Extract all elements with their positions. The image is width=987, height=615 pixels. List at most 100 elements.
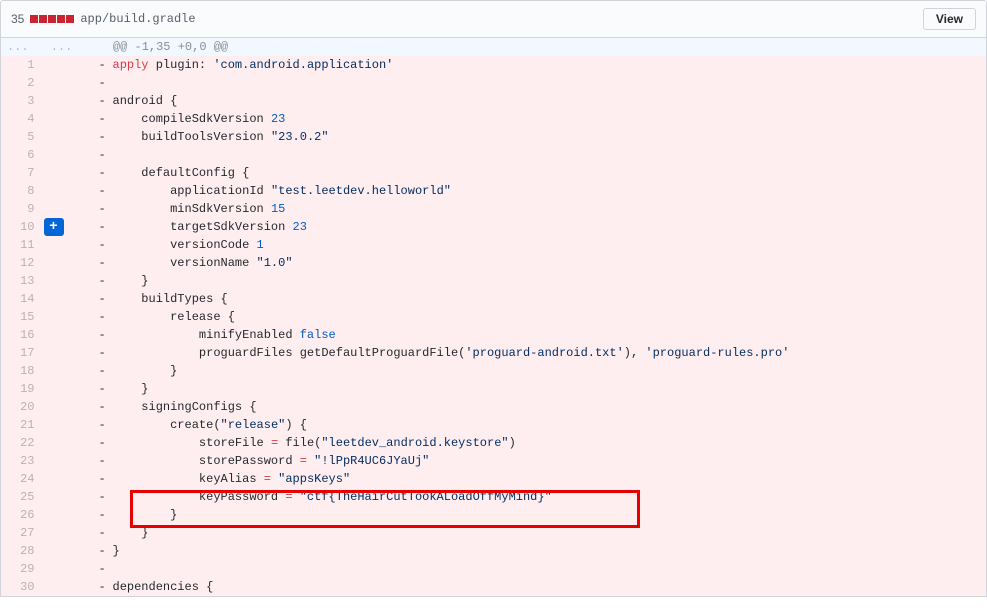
code-cell[interactable]: - create("release") { xyxy=(89,416,987,434)
line-num-new[interactable] xyxy=(45,128,89,146)
line-num-new[interactable] xyxy=(45,362,89,380)
line-num-old[interactable]: 21 xyxy=(1,416,45,434)
code-cell[interactable]: -android { xyxy=(89,92,987,110)
line-num-new[interactable] xyxy=(45,452,89,470)
line-num-new[interactable] xyxy=(45,470,89,488)
line-num-old[interactable]: 20 xyxy=(1,398,45,416)
line-num-new[interactable] xyxy=(45,92,89,110)
line-num-new[interactable] xyxy=(45,236,89,254)
line-num-new[interactable] xyxy=(45,560,89,578)
line-num-new[interactable] xyxy=(45,200,89,218)
file-path[interactable]: app/build.gradle xyxy=(80,12,195,26)
code-cell[interactable]: - } xyxy=(89,524,987,542)
code-cell[interactable]: - } xyxy=(89,380,987,398)
line-num-new[interactable] xyxy=(45,146,89,164)
code-cell[interactable]: -apply plugin: 'com.android.application' xyxy=(89,56,987,74)
line-num-new[interactable] xyxy=(45,74,89,92)
line-num-new[interactable] xyxy=(45,506,89,524)
line-num-old[interactable]: 23 xyxy=(1,452,45,470)
line-num-new[interactable] xyxy=(45,542,89,560)
code-token: file( xyxy=(278,436,321,450)
code-cell[interactable]: - buildTypes { xyxy=(89,290,987,308)
line-num-old[interactable]: 10 xyxy=(1,218,45,236)
line-num-new[interactable] xyxy=(45,326,89,344)
line-num-new[interactable] xyxy=(45,488,89,506)
code-cell[interactable]: - minSdkVersion 15 xyxy=(89,200,987,218)
diff-line: 28 -} xyxy=(1,542,987,560)
line-num-new[interactable] xyxy=(45,524,89,542)
code-cell[interactable]: - xyxy=(89,146,987,164)
line-num-old[interactable]: 16 xyxy=(1,326,45,344)
line-num-new[interactable] xyxy=(45,254,89,272)
line-num-new[interactable] xyxy=(45,164,89,182)
code-cell[interactable]: - xyxy=(89,560,987,578)
code-cell[interactable]: - signingConfigs { xyxy=(89,398,987,416)
code-cell[interactable]: - versionName "1.0" xyxy=(89,254,987,272)
line-num-old[interactable]: 2 xyxy=(1,74,45,92)
code-cell[interactable]: - keyPassword = "ctf{TheHairCutTookALoad… xyxy=(89,488,987,506)
code-cell[interactable]: - storeFile = file("leetdev_android.keys… xyxy=(89,434,987,452)
code-cell[interactable]: - release { xyxy=(89,308,987,326)
line-num-new[interactable] xyxy=(45,578,89,597)
line-num-new[interactable]: + xyxy=(45,218,89,236)
diff-line: 19 - } xyxy=(1,380,987,398)
line-num-old[interactable]: 14 xyxy=(1,290,45,308)
code-cell[interactable]: - xyxy=(89,74,987,92)
code-cell[interactable]: - versionCode 1 xyxy=(89,236,987,254)
code-cell[interactable]: - } xyxy=(89,272,987,290)
code-token: applicationId xyxy=(113,184,271,198)
line-num-old[interactable]: 24 xyxy=(1,470,45,488)
line-num-old[interactable]: 26 xyxy=(1,506,45,524)
code-cell[interactable]: - } xyxy=(89,362,987,380)
code-cell[interactable]: - minifyEnabled false xyxy=(89,326,987,344)
line-num-new[interactable] xyxy=(45,380,89,398)
line-num-new[interactable] xyxy=(45,416,89,434)
line-num-old[interactable]: 1 xyxy=(1,56,45,74)
code-cell[interactable]: - targetSdkVersion 23 xyxy=(89,218,987,236)
line-num-old[interactable]: 29 xyxy=(1,560,45,578)
line-num-old[interactable]: 28 xyxy=(1,542,45,560)
line-num-old[interactable]: 12 xyxy=(1,254,45,272)
line-num-old[interactable]: 13 xyxy=(1,272,45,290)
code-cell[interactable]: - storePassword = "!lPpR4UC6JYaUj" xyxy=(89,452,987,470)
line-num-old[interactable]: 17 xyxy=(1,344,45,362)
line-num-old[interactable]: 3 xyxy=(1,92,45,110)
line-num-old[interactable]: 8 xyxy=(1,182,45,200)
line-num-new[interactable] xyxy=(45,182,89,200)
code-cell[interactable]: -dependencies { xyxy=(89,578,987,597)
line-num-new[interactable] xyxy=(45,272,89,290)
diff-marker-deleted: - xyxy=(99,452,113,470)
view-button[interactable]: View xyxy=(923,8,976,30)
code-cell[interactable]: - applicationId "test.leetdev.helloworld… xyxy=(89,182,987,200)
line-num-old[interactable]: 15 xyxy=(1,308,45,326)
line-num-old[interactable]: 22 xyxy=(1,434,45,452)
line-num-new[interactable] xyxy=(45,308,89,326)
diff-marker-deleted: - xyxy=(99,254,113,272)
code-cell[interactable]: - defaultConfig { xyxy=(89,164,987,182)
line-num-old[interactable]: 30 xyxy=(1,578,45,597)
file-header: 35 app/build.gradle View xyxy=(0,0,987,38)
code-cell[interactable]: - proguardFiles getDefaultProguardFile('… xyxy=(89,344,987,362)
line-num-new[interactable] xyxy=(45,110,89,128)
line-num-old[interactable]: 4 xyxy=(1,110,45,128)
line-num-new[interactable] xyxy=(45,434,89,452)
line-num-old[interactable]: 11 xyxy=(1,236,45,254)
code-cell[interactable]: - buildToolsVersion "23.0.2" xyxy=(89,128,987,146)
line-num-new[interactable] xyxy=(45,56,89,74)
line-num-old[interactable]: 18 xyxy=(1,362,45,380)
add-comment-button[interactable]: + xyxy=(44,218,64,236)
code-cell[interactable]: - keyAlias = "appsKeys" xyxy=(89,470,987,488)
line-num-old[interactable]: 5 xyxy=(1,128,45,146)
line-num-new[interactable] xyxy=(45,398,89,416)
code-cell[interactable]: -} xyxy=(89,542,987,560)
line-num-old[interactable]: 19 xyxy=(1,380,45,398)
line-num-old[interactable]: 6 xyxy=(1,146,45,164)
line-num-new[interactable] xyxy=(45,290,89,308)
code-cell[interactable]: - compileSdkVersion 23 xyxy=(89,110,987,128)
line-num-old[interactable]: 7 xyxy=(1,164,45,182)
line-num-old[interactable]: 25 xyxy=(1,488,45,506)
line-num-old[interactable]: 27 xyxy=(1,524,45,542)
line-num-old[interactable]: 9 xyxy=(1,200,45,218)
line-num-new[interactable] xyxy=(45,344,89,362)
code-cell[interactable]: - } xyxy=(89,506,987,524)
